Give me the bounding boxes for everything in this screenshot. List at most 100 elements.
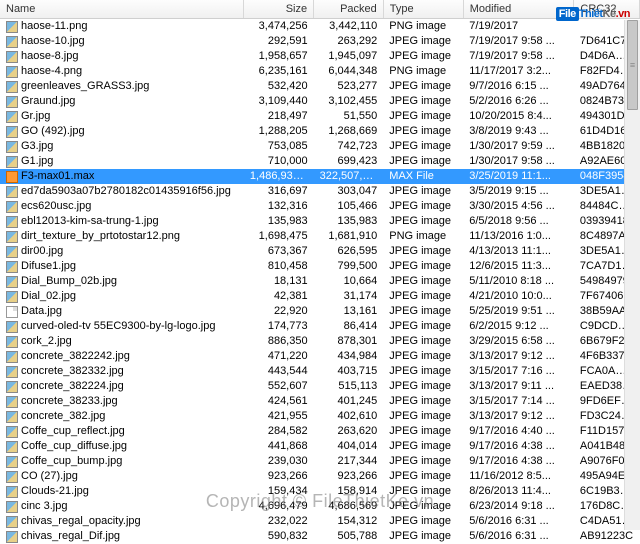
table-row[interactable]: Gr.jpg218,49751,550JPEG image10/20/2015 …: [0, 109, 640, 124]
file-icon: [6, 231, 18, 243]
table-row[interactable]: cork_2.jpg886,350878,301JPEG image3/29/2…: [0, 334, 640, 349]
file-modified: 5/11/2010 8:18 ...: [463, 274, 574, 289]
file-modified: 3/30/2015 4:56 ...: [463, 199, 574, 214]
file-packed: 263,292: [314, 34, 384, 49]
table-row[interactable]: F3-max01.max1,486,937,4...322,507,777MAX…: [0, 169, 640, 184]
file-packed: 515,113: [314, 379, 384, 394]
file-name: Clouds-21.jpg: [21, 484, 89, 499]
file-name: Dial_Bump_02b.jpg: [21, 274, 117, 289]
col-name[interactable]: Name: [0, 0, 244, 19]
table-row[interactable]: Coffe_cup_reflect.jpg284,582263,620JPEG …: [0, 424, 640, 439]
table-row[interactable]: concrete_3822242.jpg471,220434,984JPEG i…: [0, 349, 640, 364]
table-row[interactable]: ecs620usc.jpg132,316105,466JPEG image3/3…: [0, 199, 640, 214]
table-row[interactable]: Coffe_cup_diffuse.jpg441,868404,014JPEG …: [0, 439, 640, 454]
table-row[interactable]: concrete_382332.jpg443,544403,715JPEG im…: [0, 364, 640, 379]
file-type: JPEG image: [383, 49, 463, 64]
table-row[interactable]: concrete_38233.jpg424,561401,245JPEG ima…: [0, 394, 640, 409]
table-row[interactable]: Data.jpg22,92013,161JPEG image5/25/2019 …: [0, 304, 640, 319]
file-modified: 3/8/2019 9:43 ...: [463, 124, 574, 139]
file-modified: 3/13/2017 9:12 ...: [463, 349, 574, 364]
file-name: concrete_3822242.jpg: [21, 349, 130, 364]
table-row[interactable]: haose-11.png3,474,2563,442,110PNG image7…: [0, 19, 640, 35]
file-packed: 303,047: [314, 184, 384, 199]
scrollbar-thumb[interactable]: [627, 20, 638, 110]
file-icon: [6, 171, 18, 183]
file-modified: 3/15/2017 7:14 ...: [463, 394, 574, 409]
file-type: JPEG image: [383, 424, 463, 439]
file-icon: [6, 441, 18, 453]
file-size: 886,350: [244, 334, 314, 349]
file-modified: 12/6/2015 11:3...: [463, 259, 574, 274]
file-icon: [6, 321, 18, 333]
file-size: 218,497: [244, 109, 314, 124]
file-name: GO (492).jpg: [21, 124, 85, 139]
table-row[interactable]: chivas_regal_Dif.jpg590,832505,788JPEG i…: [0, 529, 640, 544]
file-packed: 322,507,777: [314, 169, 384, 184]
file-modified: 7/19/2017 9:58 ...: [463, 49, 574, 64]
table-row[interactable]: Graund.jpg3,109,4403,102,455JPEG image5/…: [0, 94, 640, 109]
file-type: JPEG image: [383, 154, 463, 169]
file-name: dir00.jpg: [21, 244, 63, 259]
file-packed: 217,344: [314, 454, 384, 469]
file-icon: [6, 351, 18, 363]
table-row[interactable]: haose-10.jpg292,591263,292JPEG image7/19…: [0, 34, 640, 49]
file-type: JPEG image: [383, 79, 463, 94]
file-packed: 923,266: [314, 469, 384, 484]
file-modified: 9/17/2016 4:40 ...: [463, 424, 574, 439]
file-modified: 3/13/2017 9:11 ...: [463, 379, 574, 394]
file-packed: 626,595: [314, 244, 384, 259]
table-row[interactable]: Coffe_cup_bump.jpg239,030217,344JPEG ima…: [0, 454, 640, 469]
file-type: PNG image: [383, 64, 463, 79]
table-row[interactable]: haose-8.jpg1,958,6571,945,097JPEG image7…: [0, 49, 640, 64]
scrollbar[interactable]: [624, 20, 640, 530]
file-packed: 1,681,910: [314, 229, 384, 244]
file-packed: 523,277: [314, 79, 384, 94]
table-row[interactable]: concrete_382.jpg421,955402,610JPEG image…: [0, 409, 640, 424]
file-name: greenleaves_GRASS3.jpg: [21, 79, 149, 94]
file-packed: 135,983: [314, 214, 384, 229]
file-type: JPEG image: [383, 349, 463, 364]
file-size: 22,920: [244, 304, 314, 319]
file-size: 135,983: [244, 214, 314, 229]
table-row[interactable]: Difuse1.jpg810,458799,500JPEG image12/6/…: [0, 259, 640, 274]
file-name: concrete_382332.jpg: [21, 364, 124, 379]
file-size: 532,420: [244, 79, 314, 94]
file-modified: 5/2/2016 6:26 ...: [463, 94, 574, 109]
col-type[interactable]: Type: [383, 0, 463, 19]
file-modified: 9/17/2016 4:38 ...: [463, 454, 574, 469]
table-row[interactable]: ed7da5903a07b2780182c01435916f56.jpg316,…: [0, 184, 640, 199]
table-row[interactable]: G1.jpg710,000699,423JPEG image1/30/2017 …: [0, 154, 640, 169]
file-type: JPEG image: [383, 274, 463, 289]
watermark: Copyright © FileThietKe.vn: [206, 491, 434, 512]
table-row[interactable]: G3.jpg753,085742,723JPEG image1/30/2017 …: [0, 139, 640, 154]
file-name: Coffe_cup_diffuse.jpg: [21, 439, 127, 454]
file-name: Data.jpg: [21, 304, 62, 319]
file-modified: 11/13/2016 1:0...: [463, 229, 574, 244]
table-row[interactable]: Dial_Bump_02b.jpg18,13110,664JPEG image5…: [0, 274, 640, 289]
table-row[interactable]: ebl12013-kim-sa-trung-1.jpg135,983135,98…: [0, 214, 640, 229]
file-icon: [6, 291, 18, 303]
table-row[interactable]: dirt_texture_by_prtotostar12.png1,698,47…: [0, 229, 640, 244]
table-row[interactable]: dir00.jpg673,367626,595JPEG image4/13/20…: [0, 244, 640, 259]
table-row[interactable]: curved-oled-tv 55EC9300-by-lg-logo.jpg17…: [0, 319, 640, 334]
file-size: 923,266: [244, 469, 314, 484]
table-row[interactable]: chivas_regal_opacity.jpg232,022154,312JP…: [0, 514, 640, 529]
table-row[interactable]: Dial_02.jpg42,38131,174JPEG image4/21/20…: [0, 289, 640, 304]
file-name: chivas_regal_Dif.jpg: [21, 529, 120, 544]
file-icon: [6, 426, 18, 438]
file-packed: 799,500: [314, 259, 384, 274]
table-row[interactable]: CO (27).jpg923,266923,266JPEG image11/16…: [0, 469, 640, 484]
file-icon: [6, 516, 18, 528]
table-row[interactable]: haose-4.png6,235,1616,044,348PNG image11…: [0, 64, 640, 79]
file-name: haose-4.png: [21, 64, 82, 79]
table-row[interactable]: GO (492).jpg1,288,2051,268,669JPEG image…: [0, 124, 640, 139]
table-row[interactable]: concrete_382224.jpg552,607515,113JPEG im…: [0, 379, 640, 394]
col-size[interactable]: Size: [244, 0, 314, 19]
file-type: JPEG image: [383, 139, 463, 154]
file-type: JPEG image: [383, 469, 463, 484]
col-packed[interactable]: Packed: [314, 0, 384, 19]
file-name: Coffe_cup_reflect.jpg: [21, 424, 125, 439]
table-row[interactable]: greenleaves_GRASS3.jpg 532,420523,277JPEG…: [0, 79, 640, 94]
file-modified: 6/23/2014 9:18 ...: [463, 499, 574, 514]
file-modified: 7/19/2017 9:58 ...: [463, 34, 574, 49]
